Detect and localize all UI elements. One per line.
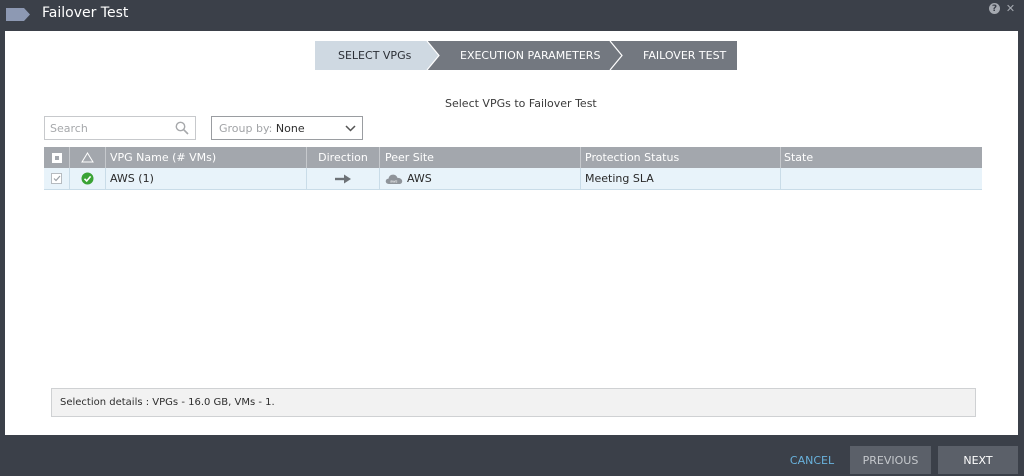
group-by-select[interactable]: Group by: None — [211, 116, 363, 140]
selection-details-panel: Selection details : VPGs - 16.0 GB, VMs … — [51, 388, 976, 417]
search-placeholder: Search — [50, 122, 88, 135]
vpg-name-cell: AWS (1) — [106, 168, 307, 189]
table-header: VPG Name (# VMs) Direction Peer Site Pro… — [44, 147, 982, 168]
checkmark-icon — [53, 175, 60, 182]
page-subtitle: Select VPGs to Failover Test — [445, 97, 597, 110]
row-checkbox[interactable] — [51, 173, 62, 184]
wizard-step-execution-parameters[interactable]: EXECUTION PARAMETERS — [460, 49, 600, 62]
help-icon[interactable]: ? — [989, 3, 1000, 14]
wizard-step-failover-test[interactable]: FAILOVER TEST — [643, 49, 726, 62]
close-icon[interactable]: ✕ — [1005, 3, 1016, 14]
column-header-vpg-name[interactable]: VPG Name (# VMs) — [106, 147, 307, 168]
wizard-step-select-vpgs[interactable]: SELECT VPGs — [338, 49, 411, 62]
warning-icon — [81, 152, 94, 163]
footer-bar: CANCEL PREVIOUS NEXT — [0, 437, 1024, 476]
dialog-content: SELECT VPGs EXECUTION PARAMETERS FAILOVE… — [5, 31, 1018, 435]
table-row[interactable]: AWS (1) aws AWS Meeting SLA — [44, 168, 982, 190]
column-header-peer-site[interactable]: Peer Site — [380, 147, 581, 168]
selection-details-text: Selection details : VPGs - 16.0 GB, VMs … — [60, 397, 275, 408]
state-cell — [781, 168, 982, 189]
search-input[interactable]: Search — [44, 116, 196, 140]
peer-site-cell: AWS — [407, 172, 432, 185]
protection-status-cell: Meeting SLA — [581, 168, 781, 189]
search-icon[interactable] — [175, 121, 189, 135]
window-title: Failover Test — [42, 5, 129, 21]
group-by-value: None — [275, 122, 305, 135]
vpg-table: VPG Name (# VMs) Direction Peer Site Pro… — [44, 147, 982, 190]
column-header-protection-status[interactable]: Protection Status — [581, 147, 781, 168]
next-button[interactable]: NEXT — [938, 446, 1018, 474]
title-bar: Failover Test ? ✕ — [0, 0, 1024, 30]
previous-button[interactable]: PREVIOUS — [850, 446, 931, 474]
svg-text:aws: aws — [390, 178, 397, 183]
flag-icon — [6, 8, 30, 21]
group-by-label: Group by: — [219, 122, 273, 135]
chevron-down-icon[interactable] — [345, 123, 356, 133]
wizard-steps: SELECT VPGs EXECUTION PARAMETERS FAILOVE… — [315, 41, 737, 70]
cancel-button[interactable]: CANCEL — [780, 446, 844, 474]
direction-arrow-icon — [335, 174, 351, 183]
status-ok-icon — [81, 172, 94, 185]
aws-cloud-icon: aws — [385, 174, 403, 184]
column-header-state[interactable]: State — [781, 147, 982, 168]
select-all-checkbox[interactable] — [51, 152, 62, 163]
column-header-direction[interactable]: Direction — [307, 147, 380, 168]
